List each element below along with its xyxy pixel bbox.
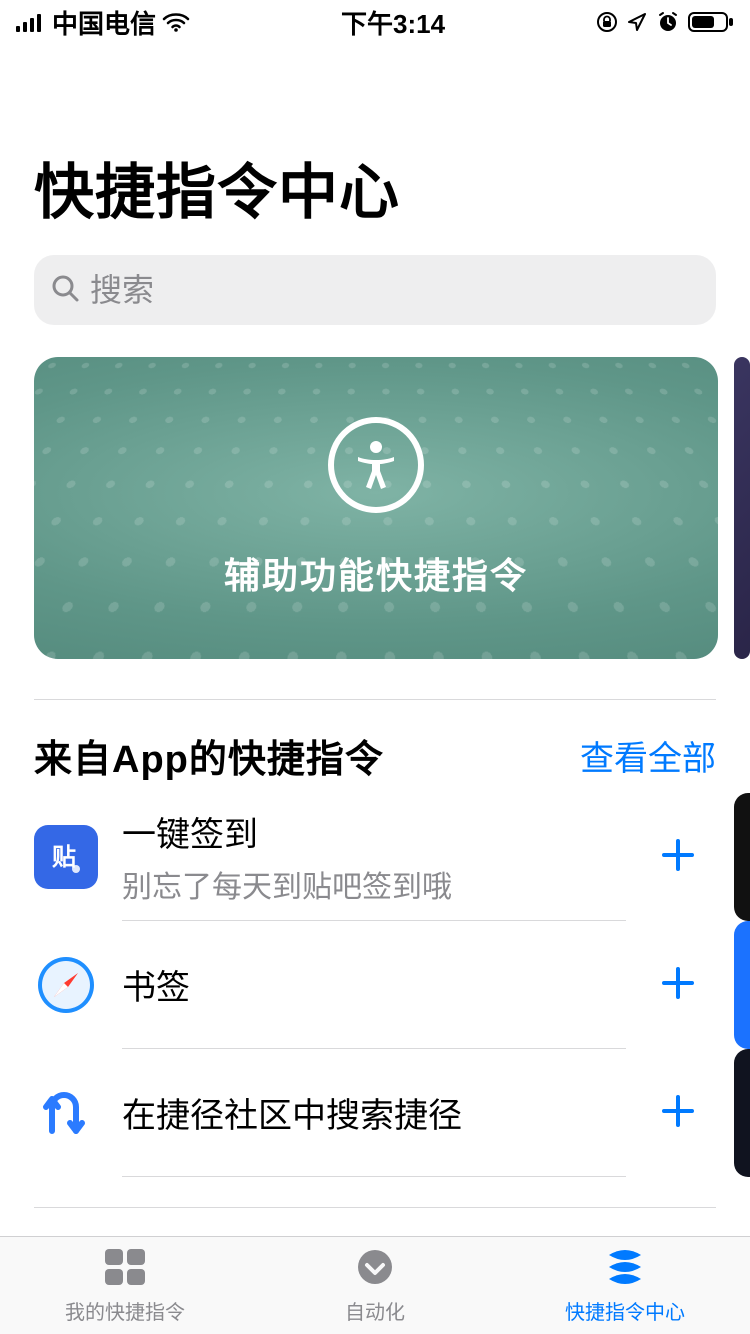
next-column-peek[interactable] [734, 793, 750, 921]
search-icon [50, 273, 80, 308]
list-item[interactable]: 书签 [34, 921, 750, 1049]
status-bar: 中国电信 下午3:14 [0, 0, 750, 44]
tab-label: 自动化 [345, 1296, 405, 1325]
add-button[interactable] [650, 1086, 706, 1141]
orientation-lock-icon [596, 11, 618, 33]
item-title: 书签 [122, 960, 614, 1009]
tab-label: 我的快捷指令 [65, 1296, 185, 1325]
add-button[interactable] [650, 958, 706, 1013]
section-header-app-shortcuts: 来自App的快捷指令 查看全部 [0, 700, 750, 793]
tab-bar: 我的快捷指令 自动化 快捷指令中心 [0, 1236, 750, 1334]
battery-icon [688, 11, 734, 33]
tab-gallery[interactable]: 快捷指令中心 [500, 1237, 750, 1334]
add-button[interactable] [650, 830, 706, 885]
automation-icon [353, 1247, 397, 1292]
featured-carousel[interactable]: 辅助功能快捷指令 [0, 325, 750, 659]
section-title: 来自App的快捷指令 [34, 728, 384, 783]
alarm-icon [656, 11, 680, 33]
divider [34, 1207, 716, 1208]
cellular-signal-icon [16, 12, 46, 32]
tab-my-shortcuts[interactable]: 我的快捷指令 [0, 1237, 250, 1334]
status-time: 下午3:14 [341, 4, 445, 41]
status-left: 中国电信 [16, 4, 190, 41]
carrier-label: 中国电信 [52, 4, 156, 41]
location-icon [626, 11, 648, 33]
safari-app-icon [34, 953, 98, 1017]
gallery-icon [603, 1247, 647, 1292]
svg-text:贴: 贴 [52, 844, 76, 871]
item-subtitle: 别忘了每天到贴吧签到哦 [122, 862, 614, 906]
shortcut-list: 贴 一键签到 别忘了每天到贴吧签到哦 书签 在捷径社区中搜索捷径 [0, 793, 750, 1177]
accessibility-icon [328, 417, 424, 513]
see-all-link[interactable]: 查看全部 [580, 731, 716, 780]
featured-card-accessibility[interactable]: 辅助功能快捷指令 [34, 357, 718, 659]
search-bar[interactable] [34, 255, 716, 325]
next-column-peek[interactable] [734, 1049, 750, 1177]
status-right [596, 11, 734, 33]
featured-card-next-peek[interactable] [734, 357, 750, 659]
search-input[interactable] [90, 272, 700, 309]
shortcuts-route-icon [34, 1081, 98, 1145]
list-item[interactable]: 贴 一键签到 别忘了每天到贴吧签到哦 [34, 793, 750, 921]
next-column-peek[interactable] [734, 921, 750, 1049]
tab-automation[interactable]: 自动化 [250, 1237, 500, 1334]
wifi-icon [162, 12, 190, 32]
featured-card-label: 辅助功能快捷指令 [224, 547, 528, 599]
page-title: 快捷指令中心 [0, 44, 750, 247]
tab-label: 快捷指令中心 [565, 1296, 685, 1325]
item-title: 一键签到 [122, 807, 614, 856]
item-title: 在捷径社区中搜索捷径 [122, 1088, 614, 1137]
list-item[interactable]: 在捷径社区中搜索捷径 [34, 1049, 750, 1177]
grid-icon [103, 1247, 147, 1292]
tieba-app-icon: 贴 [34, 825, 98, 889]
